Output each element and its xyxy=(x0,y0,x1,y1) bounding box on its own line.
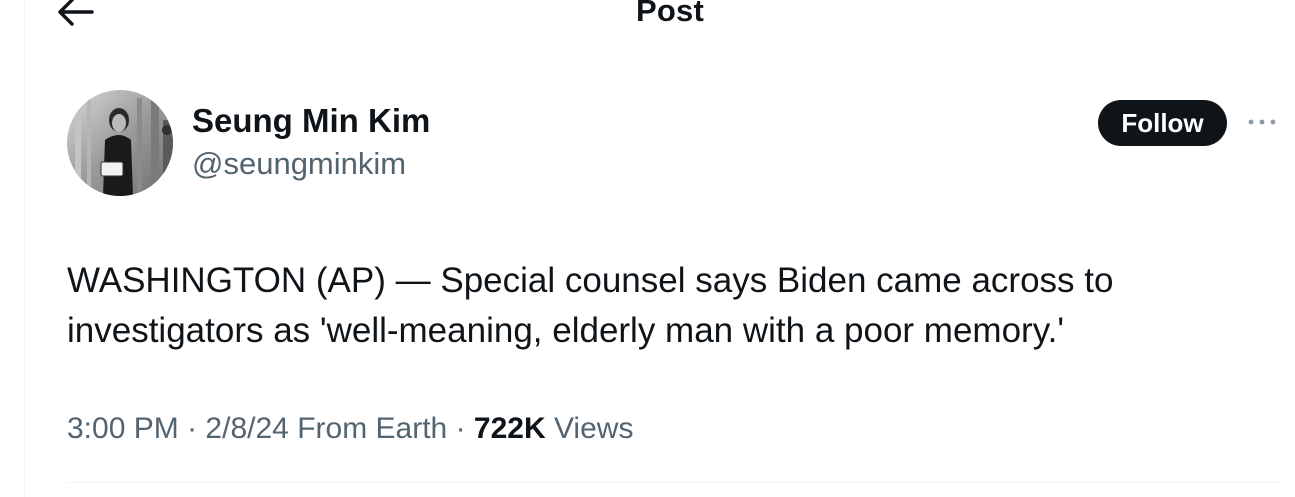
back-button[interactable] xyxy=(56,0,96,30)
views-label: Views xyxy=(553,412,634,445)
arrow-left-icon xyxy=(58,0,94,26)
tweet-time[interactable]: 3:00 PM xyxy=(67,412,179,445)
post-page: Post Seung Min Kim @seungminkim Follow W… xyxy=(0,0,1295,497)
avatar[interactable] xyxy=(67,90,173,196)
divider xyxy=(67,482,1280,483)
follow-button[interactable]: Follow xyxy=(1098,100,1227,146)
meta-separator: · xyxy=(187,412,198,445)
author-display-name[interactable]: Seung Min Kim xyxy=(192,102,430,140)
tweet-meta: 3:00 PM · 2/8/24 From Earth · 722K Views xyxy=(67,412,633,446)
meta-separator: · xyxy=(455,412,466,445)
tweet-views[interactable]: 722K Views xyxy=(474,412,634,445)
column-border xyxy=(24,0,25,497)
more-button[interactable] xyxy=(1244,108,1280,136)
author-handle[interactable]: @seungminkim xyxy=(192,146,406,182)
more-horizontal-icon xyxy=(1248,119,1276,125)
page-title: Post xyxy=(636,0,704,28)
header: Post xyxy=(0,0,1295,40)
tweet-location: From Earth xyxy=(297,412,448,445)
profile-photo xyxy=(67,90,173,196)
views-count: 722K xyxy=(473,412,546,445)
tweet-date[interactable]: 2/8/24 xyxy=(205,412,288,445)
tweet-text: WASHINGTON (AP) — Special counsel says B… xyxy=(67,261,1114,350)
